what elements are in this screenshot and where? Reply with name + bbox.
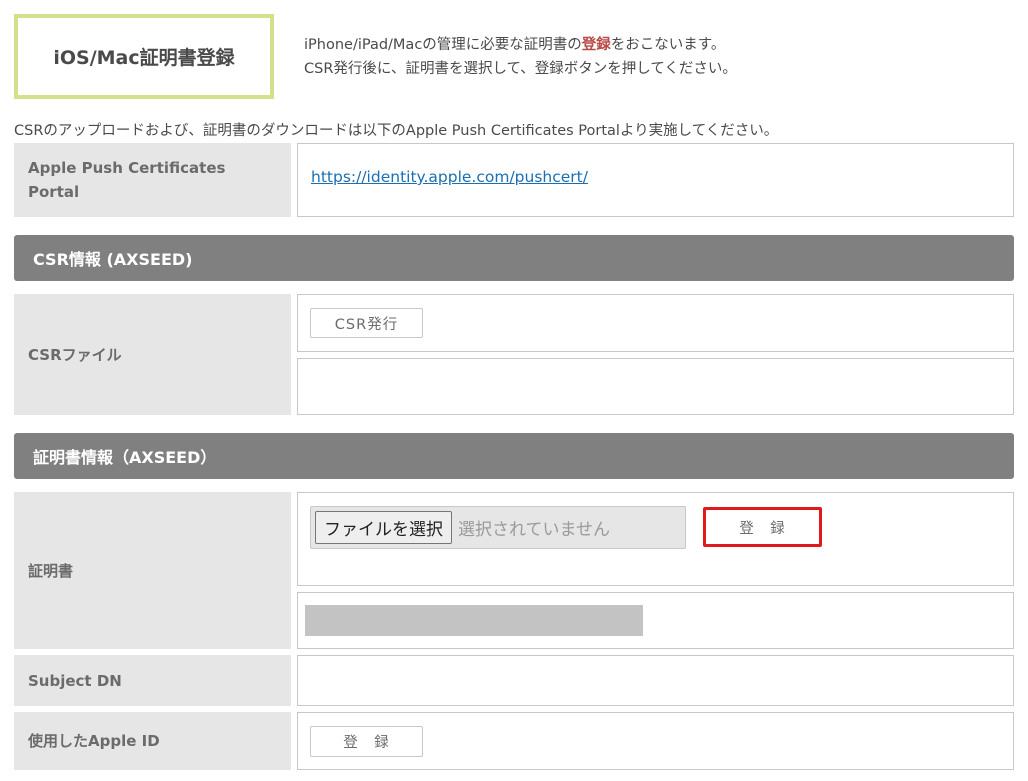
- description-text: をおこないます。: [610, 37, 726, 53]
- cert-register-button[interactable]: 登 録: [703, 507, 822, 547]
- portal-label: Apple Push Certificates Portal: [28, 159, 226, 201]
- apple-id-register-button[interactable]: 登 録: [310, 726, 423, 757]
- portal-notice: CSRのアップロードおよび、証明書のダウンロードは以下のApple Push C…: [14, 123, 779, 139]
- subject-dn-label: Subject DN: [28, 671, 122, 690]
- apple-id-value-cell: 登 録: [297, 712, 1014, 770]
- cert-section-header: 証明書情報（AXSEED）: [14, 433, 1014, 479]
- cert-upload-cell: ファイルを選択 選択されていません 登 録: [297, 492, 1014, 586]
- page-title-text: iOS/Mac証明書登録: [53, 47, 235, 69]
- apple-id-label-cell: 使用したApple ID: [14, 712, 291, 770]
- cert-progress-bar: [305, 605, 643, 636]
- apple-id-label: 使用したApple ID: [28, 732, 160, 750]
- choose-file-button[interactable]: ファイルを選択: [315, 511, 452, 544]
- description-line-1: iPhone/iPad/Macの管理に必要な証明書の登録をおこないます。: [304, 33, 737, 57]
- cert-file-input[interactable]: ファイルを選択 選択されていません: [310, 506, 686, 549]
- subject-dn-label-cell: Subject DN: [14, 655, 291, 706]
- page-description: iPhone/iPad/Macの管理に必要な証明書の登録をおこないます。 CSR…: [304, 33, 737, 81]
- csr-section-header: CSR情報 (AXSEED): [14, 235, 1014, 281]
- description-highlight: 登録: [581, 37, 611, 53]
- portal-link[interactable]: https://identity.apple.com/pushcert/: [311, 168, 588, 186]
- page-title: iOS/Mac証明書登録: [14, 14, 274, 99]
- cert-label-cell: 証明書: [14, 492, 291, 649]
- csr-section-title: CSR情報 (AXSEED): [33, 250, 193, 269]
- csr-issue-cell: CSR発行: [297, 294, 1014, 352]
- file-status-text: 選択されていません: [458, 520, 610, 540]
- cert-label: 証明書: [28, 561, 74, 580]
- cert-section-title: 証明書情報（AXSEED）: [33, 448, 217, 467]
- description-line-2: CSR発行後に、証明書を選択して、登録ボタンを押してください。: [304, 61, 737, 77]
- description-text: iPhone/iPad/Macの管理に必要な証明書の: [304, 37, 582, 53]
- csr-file-label-cell: CSRファイル: [14, 294, 291, 415]
- subject-dn-value-cell: [297, 655, 1014, 706]
- csr-issue-button[interactable]: CSR発行: [310, 308, 423, 338]
- cert-output-cell: [297, 592, 1014, 649]
- portal-label-cell: Apple Push Certificates Portal: [14, 143, 291, 217]
- portal-value-cell: https://identity.apple.com/pushcert/: [297, 143, 1014, 217]
- csr-file-output-cell: [297, 358, 1014, 415]
- csr-file-label: CSRファイル: [28, 345, 122, 364]
